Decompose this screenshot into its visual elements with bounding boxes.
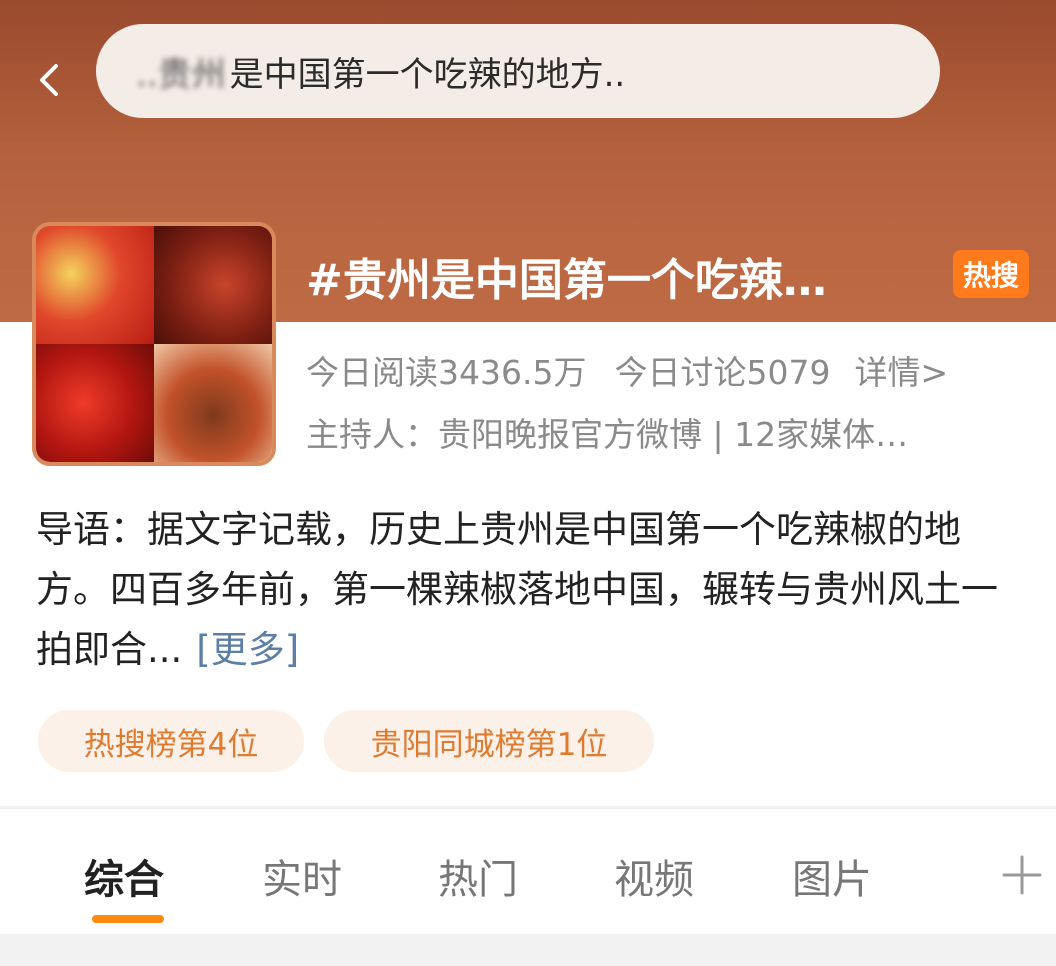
rank-tag-local[interactable]: 贵阳同城榜第1位 [324,710,654,772]
read-count: 今日阅读3436.5万 [306,353,587,392]
more-link[interactable]: [更多] [196,628,299,671]
search-bar[interactable]: ..贵州 是中国第一个吃辣的地方.. [96,24,940,118]
plus-icon[interactable] [1000,853,1044,897]
topic-title: #贵州是中国第一个吃辣… [306,255,827,304]
topic-host[interactable]: 主持人：贵阳晚报官方微博 | 12家媒体… [306,408,1010,456]
back-icon[interactable] [30,60,70,100]
search-blurred-prefix: ..贵州 [136,54,226,95]
thumbnail-image-4 [154,344,272,462]
detail-link[interactable]: 详情> [854,346,948,394]
tab-realtime[interactable]: 实时 [262,847,342,905]
rank-tag-hot-search[interactable]: 热搜榜第4位 [38,710,304,772]
topic-stats: 今日阅读3436.5万 今日讨论5079 详情> [306,346,1036,394]
discuss-count: 今日讨论5079 [614,353,831,392]
intro-text: 导语：据文字记载，历史上贵州是中国第一个吃辣椒的地方。四百多年前，第一棵辣椒落地… [36,508,998,671]
thumbnail-image-1 [36,226,154,344]
topic-intro: 导语：据文字记载，历史上贵州是中国第一个吃辣椒的地方。四百多年前，第一棵辣椒落地… [36,500,1026,680]
topic-thumbnail[interactable] [32,222,276,466]
thumbnail-image-2 [154,226,272,344]
tab-popular[interactable]: 热门 [438,847,518,905]
hot-badge: 热搜 [953,250,1029,298]
thumbnail-image-3 [36,344,154,462]
tab-video[interactable]: 视频 [614,847,694,905]
search-query: 是中国第一个吃辣的地方.. [229,54,626,95]
tab-bar: 综合 实时 热门 视频 图片 [0,808,1056,934]
tab-comprehensive[interactable]: 综合 [84,847,164,905]
active-tab-indicator [92,915,164,923]
tab-images[interactable]: 图片 [792,847,872,905]
